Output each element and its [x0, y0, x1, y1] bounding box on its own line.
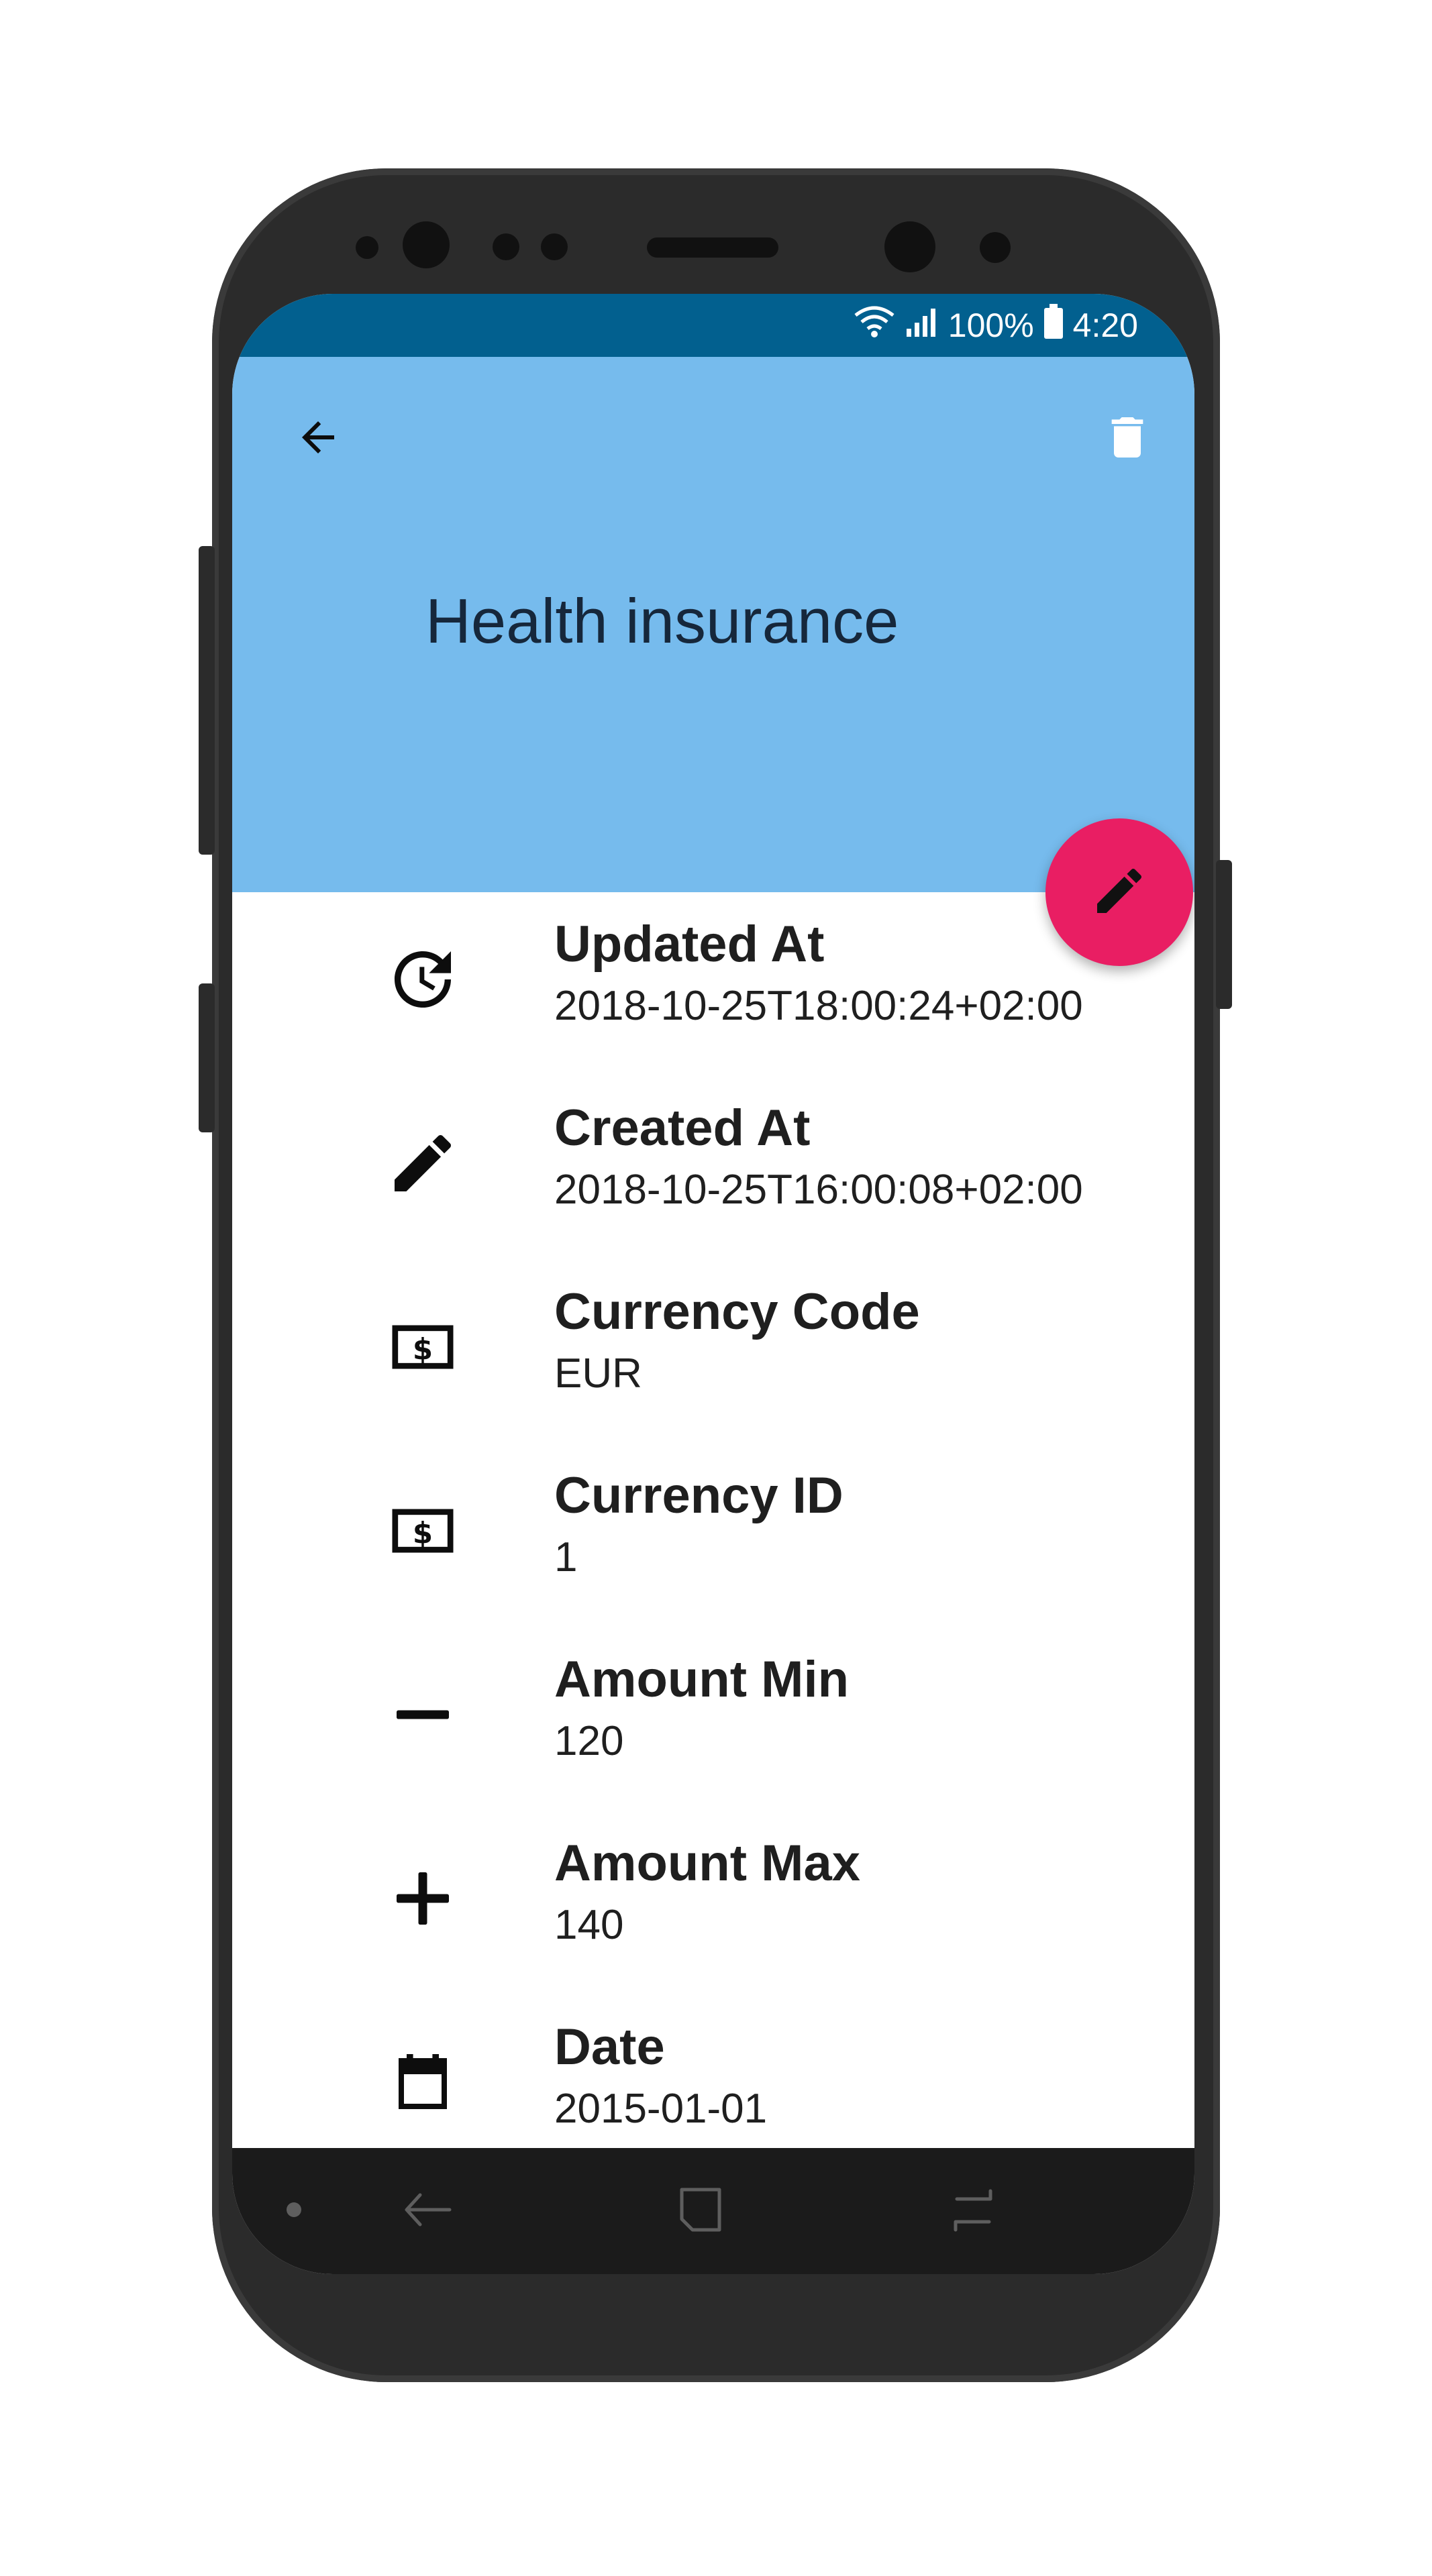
detail-label: Currency ID [554, 1467, 843, 1524]
volume-down-button [199, 983, 215, 1132]
arrow-back-icon [294, 413, 342, 465]
detail-label: Currency Code [554, 1283, 920, 1340]
navigation-bar [232, 2148, 1194, 2274]
list-item: Date 2015-01-01 [232, 1995, 1194, 2148]
battery-icon [1043, 304, 1064, 347]
minus-icon [382, 1674, 463, 1755]
power-button [1216, 860, 1232, 1009]
svg-text:$: $ [413, 1333, 433, 1366]
sensor-dot [493, 233, 519, 260]
list-item: Created At 2018-10-25T16:00:08+02:00 [232, 1076, 1194, 1260]
home-icon [946, 2183, 1000, 2240]
nav-recents-button[interactable] [667, 2178, 734, 2245]
recents-icon [674, 2183, 727, 2240]
screen: 100% 4:20 Health insurance Updated At 20… [232, 294, 1194, 2274]
back-button[interactable] [278, 398, 358, 479]
edit-fab[interactable] [1045, 818, 1193, 966]
sensor-dot [356, 236, 378, 259]
detail-value: 1 [554, 1534, 578, 1580]
sensor-dot [541, 233, 568, 260]
nav-dot-button[interactable] [260, 2178, 327, 2245]
earpiece-speaker [647, 237, 778, 258]
detail-label: Amount Max [554, 1835, 860, 1892]
trash-icon [1101, 411, 1154, 468]
plus-icon [382, 1858, 463, 1939]
detail-label: Updated At [554, 916, 825, 973]
detail-label: Date [554, 2019, 665, 2076]
volume-up-button [199, 546, 215, 855]
back-icon [400, 2183, 454, 2240]
pencil-icon [1090, 861, 1149, 924]
status-bar: 100% 4:20 [232, 294, 1194, 357]
detail-list: Updated At 2018-10-25T18:00:24+02:00 Cre… [232, 892, 1194, 2148]
nav-home-button[interactable] [939, 2178, 1007, 2245]
list-item: $ Currency Code EUR [232, 1260, 1194, 1444]
iris-camera [884, 221, 935, 272]
signal-icon [905, 305, 939, 346]
detail-label: Created At [554, 1099, 811, 1157]
pencil-icon [382, 1123, 463, 1203]
detail-value: 2015-01-01 [554, 2086, 768, 2132]
detail-value: 120 [554, 1718, 624, 1764]
front-camera [403, 221, 450, 268]
list-item: Amount Max 140 [232, 1811, 1194, 1995]
battery-percent: 100% [948, 307, 1034, 344]
detail-value: 2018-10-25T18:00:24+02:00 [554, 983, 1083, 1029]
list-item: $ Currency ID 1 [232, 1444, 1194, 1627]
list-item: Amount Min 120 [232, 1627, 1194, 1811]
detail-label: Amount Min [554, 1651, 850, 1708]
clock-update-icon [382, 939, 463, 1020]
list-item: Updated At 2018-10-25T18:00:24+02:00 [232, 892, 1194, 1076]
detail-value: 140 [554, 1902, 624, 1948]
page-title: Health insurance [425, 586, 899, 656]
calendar-icon [382, 2042, 463, 2123]
wifi-icon [853, 305, 896, 346]
status-icons: 100% 4:20 [853, 304, 1138, 347]
dollar-bill-icon: $ [382, 1491, 463, 1571]
app-bar: Health insurance [232, 357, 1194, 892]
clock-time: 4:20 [1072, 307, 1138, 344]
nav-back-button[interactable] [393, 2178, 460, 2245]
detail-value: 2018-10-25T16:00:08+02:00 [554, 1167, 1083, 1213]
sensor-dot [980, 232, 1011, 263]
svg-text:$: $ [413, 1517, 433, 1550]
detail-value: EUR [554, 1350, 642, 1397]
dot-icon [284, 2200, 304, 2223]
delete-button[interactable] [1087, 398, 1168, 479]
dollar-bill-icon: $ [382, 1307, 463, 1387]
